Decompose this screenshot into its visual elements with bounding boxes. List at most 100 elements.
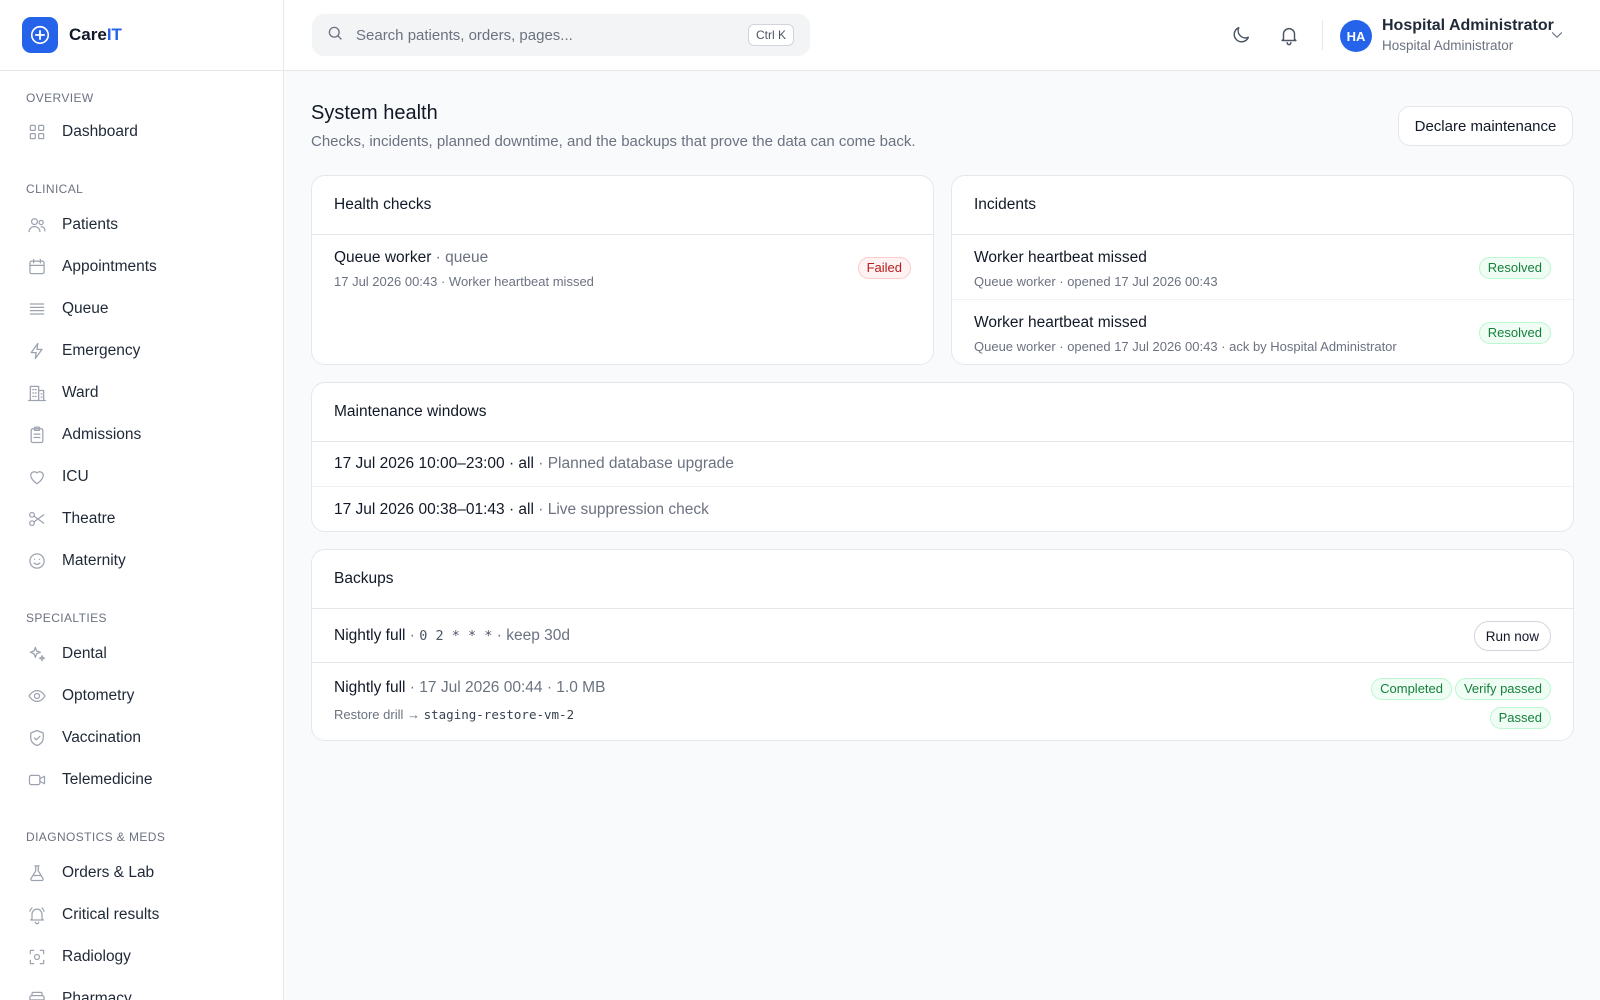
sidebar-item-label: Orders & Lab (62, 864, 155, 881)
sidebar-item-dental[interactable]: Dental (26, 633, 283, 675)
status-badge-resolved: Resolved (1478, 257, 1551, 279)
maintenance-window-time: 17 Jul 2026 00:38–01:43 · all (334, 500, 534, 518)
page-subtitle: Checks, incidents, planned downtime, and… (311, 133, 916, 150)
brand[interactable]: CareIT (0, 0, 283, 71)
sidebar-item-telemedicine[interactable]: Telemedicine (26, 759, 283, 801)
sidebar-item-label: ICU (62, 468, 89, 485)
notifications-button[interactable] (1278, 24, 1302, 48)
sidebar-item-dashboard[interactable]: Dashboard (26, 111, 283, 153)
sidebar-item-admissions[interactable]: Admissions (26, 414, 283, 456)
maintenance-windows-title: Maintenance windows (312, 383, 1573, 442)
sidebar-item-maternity[interactable]: Maternity (26, 540, 283, 582)
grid-icon (26, 121, 48, 143)
bolt-icon (26, 340, 48, 362)
maintenance-window-reason: Planned database upgrade (547, 455, 734, 472)
status-badge-resolved: Resolved (1478, 322, 1551, 344)
sidebar-item-label: Theatre (62, 510, 116, 527)
backup-schedule-name: Nightly full (334, 626, 406, 644)
calendar-icon (26, 256, 48, 278)
sidebar-item-icu[interactable]: ICU (26, 456, 283, 498)
avatar[interactable]: HA (1340, 20, 1372, 52)
sidebar-item-label: Queue (62, 300, 109, 317)
backups-card: Backups Nightly full · 0 2 * * * · keep … (311, 549, 1574, 741)
status-badge-drill-passed: Passed (1489, 707, 1551, 729)
backup-schedule-text: Nightly full · 0 2 * * * · keep 30d (334, 626, 570, 644)
maintenance-window-text: 17 Jul 2026 10:00–23:00 · all · Planned … (334, 455, 734, 472)
sidebar-item-appointments[interactable]: Appointments (26, 246, 283, 288)
section-title-diagnostics: Diagnostics & Meds (26, 830, 166, 844)
sidebar-item-ward[interactable]: Ward (26, 372, 283, 414)
run-now-button[interactable]: Run now (1473, 621, 1551, 651)
sidebar-item-queue[interactable]: Queue (26, 288, 283, 330)
flask-icon (26, 862, 48, 884)
search-input[interactable] (356, 26, 736, 44)
user-menu-toggle[interactable] (1548, 26, 1566, 49)
chevron-down-icon (1548, 31, 1566, 48)
sidebar-item-label: Vaccination (62, 729, 141, 746)
sidebar-item-label: Critical results (62, 906, 160, 923)
backup-run-row[interactable]: Nightly full · 17 Jul 2026 00:44 · 1.0 M… (312, 663, 1573, 740)
sidebar-item-label: Telemedicine (62, 771, 153, 788)
incidents-card: Incidents Worker heartbeat missed Queue … (951, 175, 1574, 365)
users-icon (26, 214, 48, 236)
status-badge-verify-passed: Verify passed (1454, 678, 1551, 700)
health-checks-card: Health checks Queue worker · queue 17 Ju… (311, 175, 934, 365)
restore-drill-target: staging-restore-vm-2 (423, 707, 575, 722)
sidebar-item-label: Emergency (62, 342, 141, 359)
sidebar-item-label: Patients (62, 216, 119, 233)
user-role: Hospital Administrator (1382, 38, 1514, 53)
bell-alert-icon (26, 904, 48, 926)
sidebar: CareIT Overview Dashboard Clinical Patie… (0, 0, 284, 1000)
sidebar-item-critical-results[interactable]: Critical results (26, 894, 283, 936)
sidebar-item-label: Appointments (62, 258, 157, 275)
sidebar-item-optometry[interactable]: Optometry (26, 675, 283, 717)
brand-name: CareIT (69, 25, 122, 45)
heart-icon (26, 466, 48, 488)
health-check-type: queue (445, 249, 489, 266)
section-title-overview: Overview (26, 91, 94, 105)
theme-toggle-button[interactable] (1230, 24, 1254, 48)
user-name[interactable]: Hospital Administrator (1382, 17, 1554, 35)
sidebar-item-emergency[interactable]: Emergency (26, 330, 283, 372)
building-icon (26, 382, 48, 404)
declare-maintenance-button[interactable]: Declare maintenance (1398, 106, 1573, 146)
incident-row[interactable]: Worker heartbeat missed Queue worker · o… (952, 300, 1573, 364)
page-title: System health (311, 102, 438, 124)
plus-icon (22, 17, 58, 53)
list-icon (26, 298, 48, 320)
search-shortcut-badge: Ctrl K (748, 24, 794, 46)
bell-icon (1278, 27, 1300, 50)
maintenance-windows-card: Maintenance windows 17 Jul 2026 10:00–23… (311, 382, 1574, 532)
sidebar-item-label: Maternity (62, 552, 126, 569)
restore-drill-line: Restore drill → staging-restore-vm-2 (334, 707, 1573, 722)
health-check-name-text: Queue worker (334, 249, 432, 266)
backup-schedule-cron: 0 2 * * * (419, 627, 493, 644)
sidebar-item-label: Admissions (62, 426, 142, 443)
sidebar-item-radiology[interactable]: Radiology (26, 936, 283, 978)
status-badge-completed: Completed (1371, 678, 1452, 700)
incident-row[interactable]: Worker heartbeat missed Queue worker · o… (952, 235, 1573, 300)
maintenance-window-time: 17 Jul 2026 10:00–23:00 · all (334, 455, 534, 472)
sparkles-icon (26, 643, 48, 665)
brand-name-suffix: IT (106, 25, 122, 44)
sidebar-item-vaccination[interactable]: Vaccination (26, 717, 283, 759)
clipboard-icon (26, 424, 48, 446)
eye-icon (26, 685, 48, 707)
search-bar[interactable]: Ctrl K (312, 14, 810, 56)
restore-drill-label: Restore drill → (334, 707, 420, 722)
sidebar-item-pharmacy[interactable]: Pharmacy (26, 978, 283, 1000)
sidebar-item-label: Ward (62, 384, 99, 401)
maintenance-window-row[interactable]: 17 Jul 2026 00:38–01:43 · all · Live sup… (312, 487, 1573, 531)
search-icon (326, 24, 344, 47)
maintenance-window-text: 17 Jul 2026 00:38–01:43 · all · Live sup… (334, 500, 709, 518)
sidebar-item-patients[interactable]: Patients (26, 204, 283, 246)
incidents-title: Incidents (952, 176, 1573, 235)
sidebar-item-orders-lab[interactable]: Orders & Lab (26, 852, 283, 894)
backup-schedule-retention: keep 30d (506, 626, 570, 644)
brand-name-prefix: Care (69, 25, 107, 44)
health-check-row[interactable]: Queue worker · queue 17 Jul 2026 00:43 ·… (312, 235, 933, 300)
maintenance-window-row[interactable]: 17 Jul 2026 10:00–23:00 · all · Planned … (312, 442, 1573, 487)
sidebar-item-label: Radiology (62, 948, 131, 965)
smile-icon (26, 550, 48, 572)
sidebar-item-theatre[interactable]: Theatre (26, 498, 283, 540)
